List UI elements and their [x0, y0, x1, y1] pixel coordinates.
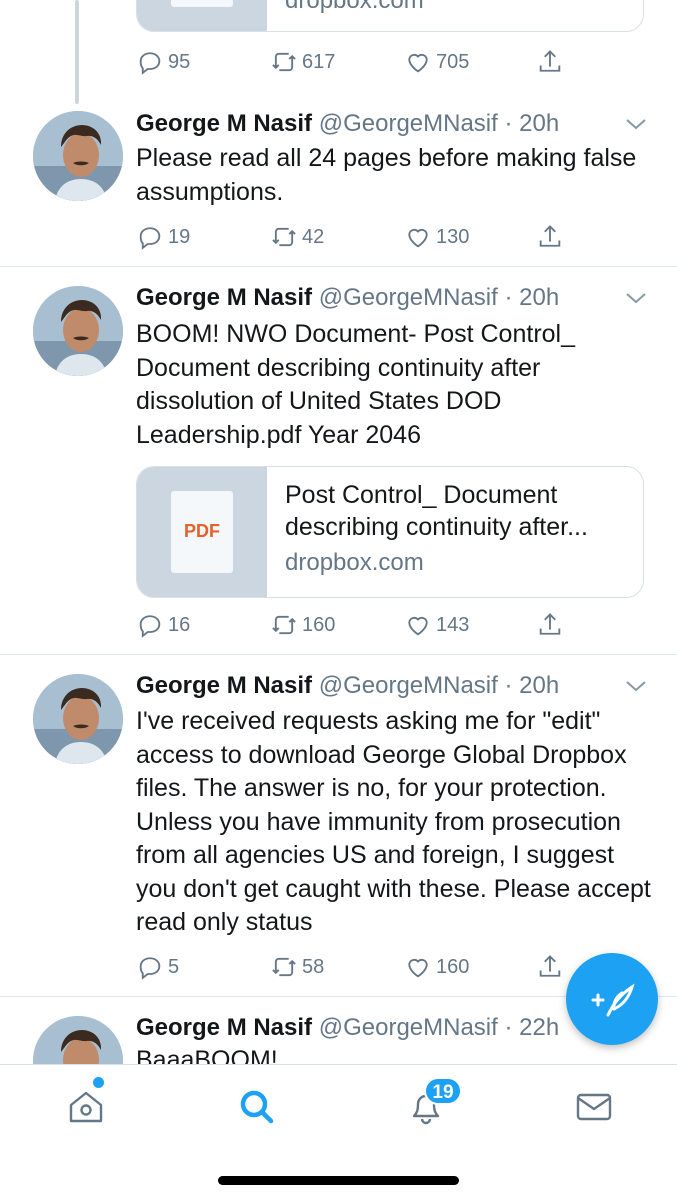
share-button[interactable] [536, 46, 564, 78]
share-button[interactable] [536, 221, 564, 253]
tweet-header: George M Nasif @GeorgeMNasif · 20h [136, 671, 559, 701]
reply-button[interactable]: 95 [136, 46, 190, 78]
share-icon [539, 225, 561, 247]
tweet-text: I've received requests asking me for "ed… [136, 707, 651, 936]
tweet-header: George M Nasif @GeorgeMNasif · 22h [136, 1013, 559, 1043]
like-button[interactable]: 130 [404, 221, 469, 253]
retweet-button[interactable]: 617 [270, 46, 335, 78]
document-icon [171, 0, 233, 7]
card-domain: dropbox.com [285, 549, 424, 576]
home-icon[interactable] [64, 1085, 108, 1129]
author-handle[interactable]: @GeorgeMNasif [319, 1014, 498, 1041]
tweet-actions: 16 160 143 [0, 609, 677, 641]
heart-icon [408, 616, 428, 636]
author-handle[interactable]: @GeorgeMNasif [319, 110, 498, 137]
avatar-image [33, 1016, 123, 1064]
heart-icon [408, 53, 428, 73]
tweet-actions: 19 42 130 [0, 221, 677, 253]
share-button[interactable] [536, 609, 564, 641]
share-icon [539, 50, 561, 72]
reply-icon [139, 615, 161, 638]
tweet-text: BaaaBOOM! [136, 1046, 278, 1064]
heart-icon [408, 958, 428, 978]
tweet-time: 22h [519, 1014, 560, 1041]
reply-icon [139, 227, 161, 250]
separator-dot: · [497, 672, 520, 699]
share-button[interactable] [536, 951, 564, 983]
retweet-button[interactable]: 160 [270, 609, 335, 641]
tweet-actions: 95 617 705 [0, 46, 677, 78]
like-button[interactable]: 705 [404, 46, 469, 78]
avatar-image [33, 286, 123, 376]
author-handle[interactable]: @GeorgeMNasif [319, 284, 498, 311]
retweet-icon [272, 615, 296, 635]
chevron-down-icon[interactable] [624, 290, 648, 306]
notifications-badge: 19 [424, 1077, 462, 1105]
reply-icon [139, 52, 161, 75]
link-card[interactable]: dropbox.com [136, 0, 644, 32]
tweet-time: 20h [519, 672, 560, 699]
avatar-image [33, 111, 123, 201]
new-content-dot [93, 1077, 104, 1088]
reply-button[interactable]: 19 [136, 221, 190, 253]
like-button[interactable]: 143 [404, 609, 469, 641]
retweet-icon [272, 957, 296, 977]
author-name[interactable]: George M Nasif [136, 1014, 312, 1041]
author-name[interactable]: George M Nasif [136, 110, 312, 137]
avatar[interactable] [33, 286, 123, 376]
home-indicator[interactable] [218, 1176, 459, 1185]
avatar[interactable] [33, 674, 123, 764]
retweet-button[interactable]: 58 [270, 951, 324, 983]
retweet-button[interactable]: 42 [270, 221, 324, 253]
reply-icon [139, 957, 161, 980]
reply-button[interactable]: 16 [136, 609, 190, 641]
chevron-down-icon[interactable] [624, 678, 648, 694]
separator-dot: · [497, 284, 520, 311]
card-title: Post Control_ Document describing contin… [285, 481, 588, 541]
avatar[interactable] [33, 1016, 123, 1064]
tweet-header: George M Nasif @GeorgeMNasif · 20h [136, 109, 559, 139]
compose-feather-icon [591, 983, 635, 1017]
reply-button[interactable]: 5 [136, 951, 179, 983]
tweet-text: BOOM! NWO Document- Post Control_ Docume… [136, 320, 576, 449]
avatar[interactable] [33, 111, 123, 201]
author-name[interactable]: George M Nasif [136, 284, 312, 311]
card-thumbnail: PDF [137, 467, 267, 597]
card-thumbnail [137, 0, 267, 31]
compose-tweet-button[interactable] [566, 953, 658, 1045]
divider [0, 654, 677, 655]
retweet-icon [272, 52, 296, 72]
tweet-time: 20h [519, 284, 560, 311]
separator-dot: · [497, 110, 520, 137]
tweet-text: Please read all 24 pages before making f… [136, 144, 637, 206]
divider [0, 266, 677, 267]
share-icon [539, 955, 561, 977]
chevron-down-icon[interactable] [624, 116, 648, 132]
author-handle[interactable]: @GeorgeMNasif [319, 672, 498, 699]
heart-icon [408, 228, 428, 248]
search-icon[interactable] [235, 1085, 279, 1129]
share-icon [539, 613, 561, 635]
author-name[interactable]: George M Nasif [136, 672, 312, 699]
like-button[interactable]: 160 [404, 951, 469, 983]
pdf-document-icon: PDF [171, 491, 233, 573]
card-domain: dropbox.com [285, 0, 424, 14]
separator-dot: · [497, 1014, 520, 1041]
tweet-time: 20h [519, 110, 560, 137]
link-card[interactable]: PDF Post Control_ Document describing co… [136, 466, 644, 598]
mail-icon[interactable] [572, 1085, 616, 1129]
retweet-icon [272, 227, 296, 247]
tweet-header: George M Nasif @GeorgeMNasif · 20h [136, 283, 559, 313]
avatar-image [33, 674, 123, 764]
